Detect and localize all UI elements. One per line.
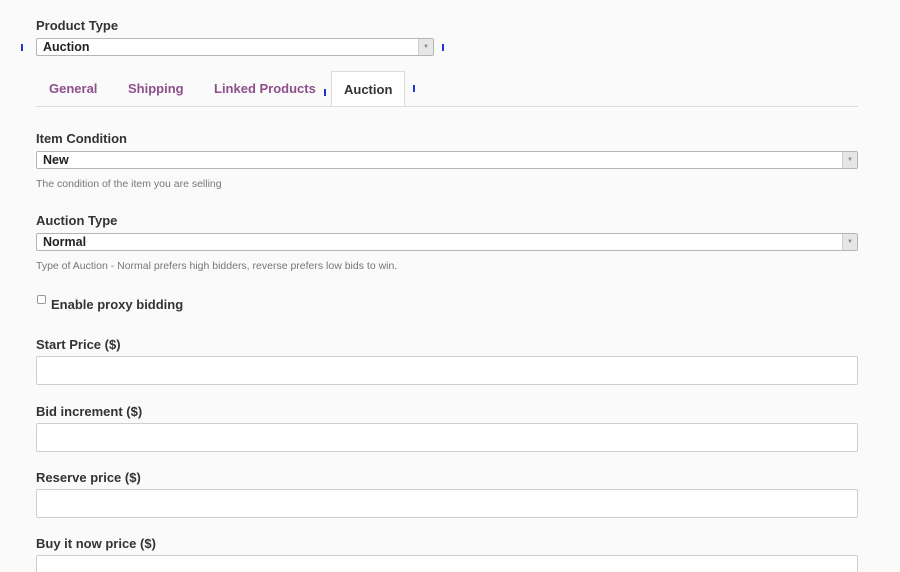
auction-type-select[interactable]: Normal ▼	[36, 233, 858, 251]
start-price-input[interactable]	[36, 356, 858, 385]
product-type-select[interactable]: Auction ▼	[36, 38, 434, 56]
chevron-down-icon: ▼	[418, 39, 433, 55]
buy-now-price-input[interactable]	[36, 555, 858, 572]
auction-product-settings: Product Type Auction ▼ General Shipping …	[0, 0, 900, 572]
marker-tab-right	[413, 85, 415, 92]
item-condition-value: New	[43, 153, 69, 167]
tab-general[interactable]: General	[49, 71, 97, 106]
tab-linked-products[interactable]: Linked Products	[214, 71, 316, 106]
tab-shipping[interactable]: Shipping	[128, 71, 184, 106]
product-type-value: Auction	[43, 40, 90, 54]
buy-now-price-label: Buy it now price ($)	[36, 536, 156, 551]
tab-auction[interactable]: Auction	[331, 71, 405, 107]
auction-type-label: Auction Type	[36, 213, 118, 228]
chevron-down-icon: ▼	[842, 152, 857, 168]
proxy-bidding-label[interactable]: Enable proxy bidding	[51, 297, 183, 312]
marker-tab-left	[324, 89, 326, 96]
reserve-price-input[interactable]	[36, 489, 858, 518]
proxy-bidding-checkbox[interactable]	[37, 295, 46, 304]
tabs-divider	[36, 106, 858, 107]
marker-right-product-type	[442, 44, 444, 51]
marker-left-product-type	[21, 44, 23, 51]
item-condition-select[interactable]: New ▼	[36, 151, 858, 169]
reserve-price-label: Reserve price ($)	[36, 470, 141, 485]
auction-type-help: Type of Auction - Normal prefers high bi…	[36, 260, 398, 272]
chevron-down-icon: ▼	[842, 234, 857, 250]
bid-increment-input[interactable]	[36, 423, 858, 452]
product-type-label: Product Type	[36, 18, 119, 33]
bid-increment-label: Bid increment ($)	[36, 404, 143, 419]
auction-type-value: Normal	[43, 235, 87, 249]
item-condition-help: The condition of the item you are sellin…	[36, 178, 222, 190]
item-condition-label: Item Condition	[36, 131, 127, 146]
start-price-label: Start Price ($)	[36, 337, 121, 352]
